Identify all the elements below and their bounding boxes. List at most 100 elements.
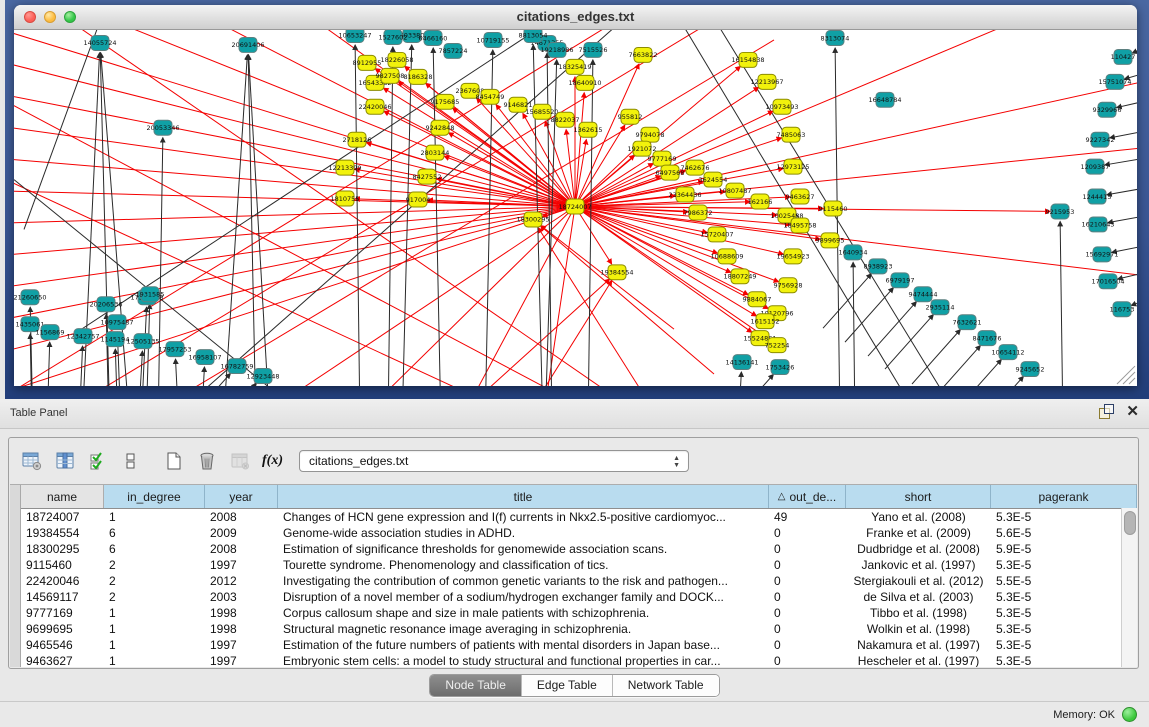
table-cell[interactable]: 5.3E-5 — [991, 590, 1137, 604]
table-cell[interactable]: de Silva et al. (2003) — [846, 590, 991, 604]
table-cell[interactable]: 5.3E-5 — [991, 510, 1137, 524]
table-cell[interactable]: 0 — [769, 654, 846, 667]
table-cell[interactable]: Tourette syndrome. Phenomenology and cla… — [278, 558, 769, 572]
table-cell[interactable]: 9463627 — [21, 654, 104, 667]
column-header-title[interactable]: title — [278, 485, 769, 508]
table-cell[interactable]: 1997 — [205, 638, 278, 652]
table-cell[interactable]: 0 — [769, 606, 846, 620]
table-row[interactable]: 1830029562008Estimation of significance … — [21, 541, 1137, 557]
tab-edge-table[interactable]: Edge Table — [521, 675, 612, 696]
table-settings-button[interactable] — [19, 448, 45, 474]
table-cell[interactable]: Franke et al. (2009) — [846, 526, 991, 540]
table-cell[interactable]: Jankovic et al. (1997) — [846, 558, 991, 572]
table-cell[interactable]: 5.3E-5 — [991, 606, 1137, 620]
table-cell[interactable]: 2008 — [205, 510, 278, 524]
table-cell[interactable]: 2009 — [205, 526, 278, 540]
column-header-out_de[interactable]: △out_de... — [769, 485, 846, 508]
table-cell[interactable]: Embryonic stem cells: a model to study s… — [278, 654, 769, 667]
table-cell[interactable]: 49 — [769, 510, 846, 524]
close-panel-icon[interactable]: ✕ — [1126, 404, 1139, 419]
tab-network-table[interactable]: Network Table — [612, 675, 719, 696]
table-cell[interactable]: 1 — [104, 638, 205, 652]
table-cell[interactable]: Hescheler et al. (1997) — [846, 654, 991, 667]
table-cell[interactable]: 9699695 — [21, 622, 104, 636]
table-cell[interactable]: 0 — [769, 638, 846, 652]
new-table-button[interactable] — [161, 448, 187, 474]
table-cell[interactable]: 1997 — [205, 654, 278, 667]
table-cell[interactable]: Estimation of significance thresholds fo… — [278, 542, 769, 556]
table-cell[interactable]: 0 — [769, 622, 846, 636]
table-cell[interactable]: 5.3E-5 — [991, 622, 1137, 636]
table-cell[interactable]: 2 — [104, 558, 205, 572]
show-columns-button[interactable] — [52, 448, 78, 474]
table-row[interactable]: 2242004622012Investigating the contribut… — [21, 573, 1137, 589]
table-cell[interactable]: 5.3E-5 — [991, 654, 1137, 667]
tab-node-table[interactable]: Node Table — [430, 675, 521, 696]
table-cell[interactable]: 5.3E-5 — [991, 638, 1137, 652]
table-cell[interactable]: 2012 — [205, 574, 278, 588]
table-selector-dropdown[interactable]: citations_edges.txt ▲▼ — [299, 450, 689, 472]
table-cell[interactable]: 2 — [104, 590, 205, 604]
column-header-in_degree[interactable]: in_degree — [104, 485, 205, 508]
table-row[interactable]: 946362711997Embryonic stem cells: a mode… — [21, 653, 1137, 667]
table-cell[interactable]: 2008 — [205, 542, 278, 556]
table-cell[interactable]: 1 — [104, 606, 205, 620]
table-cell[interactable]: Structural magnetic resonance image aver… — [278, 622, 769, 636]
table-cell[interactable]: Estimation of the future numbers of pati… — [278, 638, 769, 652]
table-cell[interactable]: 0 — [769, 526, 846, 540]
column-header-short[interactable]: short — [846, 485, 991, 508]
close-window-icon[interactable] — [24, 11, 36, 23]
scrollbar-thumb[interactable] — [1124, 511, 1136, 535]
table-cell[interactable]: 5.6E-5 — [991, 526, 1137, 540]
table-cell[interactable]: Changes of HCN gene expression and I(f) … — [278, 510, 769, 524]
table-cell[interactable]: 14569117 — [21, 590, 104, 604]
canvas-resize-handle[interactable] — [1117, 366, 1135, 384]
table-cell[interactable]: 18724007 — [21, 510, 104, 524]
table-cell[interactable]: 1 — [104, 654, 205, 667]
table-cell[interactable]: Dudbridge et al. (2008) — [846, 542, 991, 556]
table-cell[interactable]: 0 — [769, 590, 846, 604]
table-cell[interactable]: Genome-wide association studies in ADHD. — [278, 526, 769, 540]
column-header-name[interactable]: name — [21, 485, 104, 508]
table-cell[interactable]: Yano et al. (2008) — [846, 510, 991, 524]
table-cell[interactable]: 5.5E-5 — [991, 574, 1137, 588]
column-header-pagerank[interactable]: pagerank — [991, 485, 1137, 508]
table-cell[interactable]: Tibbo et al. (1998) — [846, 606, 991, 620]
table-cell[interactable]: 0 — [769, 574, 846, 588]
table-cell[interactable]: Nakamura et al. (1997) — [846, 638, 991, 652]
table-cell[interactable]: 9115460 — [21, 558, 104, 572]
table-cell[interactable]: Stergiakouli et al. (2012) — [846, 574, 991, 588]
table-cell[interactable]: 1 — [104, 622, 205, 636]
table-cell[interactable]: 6 — [104, 542, 205, 556]
table-cell[interactable]: Corpus callosum shape and size in male p… — [278, 606, 769, 620]
table-cell[interactable]: 1998 — [205, 622, 278, 636]
select-visible-columns-button[interactable] — [85, 448, 111, 474]
table-cell[interactable]: 2 — [104, 574, 205, 588]
table-cell[interactable]: 1998 — [205, 606, 278, 620]
table-row[interactable]: 1938455462009Genome-wide association stu… — [21, 525, 1137, 541]
network-window-titlebar[interactable]: citations_edges.txt — [14, 5, 1137, 30]
column-header-year[interactable]: year — [205, 485, 278, 508]
delete-table-button[interactable] — [194, 448, 220, 474]
table-cell[interactable]: 9777169 — [21, 606, 104, 620]
table-row[interactable]: 1456911722003Disruption of a novel membe… — [21, 589, 1137, 605]
network-canvas[interactable]: 1872400718300295193845541654338289129551… — [14, 30, 1137, 386]
table-cell[interactable]: 5.9E-5 — [991, 542, 1137, 556]
zoom-window-icon[interactable] — [64, 11, 76, 23]
table-cell[interactable]: Disruption of a novel member of a sodium… — [278, 590, 769, 604]
function-builder-button[interactable]: f(x) — [262, 453, 283, 469]
table-cell[interactable]: 1 — [104, 510, 205, 524]
table-cell[interactable]: 1997 — [205, 558, 278, 572]
table-cell[interactable]: 22420046 — [21, 574, 104, 588]
minimize-window-icon[interactable] — [44, 11, 56, 23]
table-cell[interactable]: 9465546 — [21, 638, 104, 652]
table-cell[interactable]: 18300295 — [21, 542, 104, 556]
table-scrollbar[interactable] — [1121, 508, 1137, 667]
table-cell[interactable]: 6 — [104, 526, 205, 540]
table-row[interactable]: 1872400712008Changes of HCN gene express… — [21, 509, 1137, 525]
table-row[interactable]: 911546021997Tourette syndrome. Phenomeno… — [21, 557, 1137, 573]
table-row[interactable]: 946554611997Estimation of the future num… — [21, 637, 1137, 653]
table-row[interactable]: 977716911998Corpus callosum shape and si… — [21, 605, 1137, 621]
table-cell[interactable]: 0 — [769, 542, 846, 556]
table-row[interactable]: 969969511998Structural magnetic resonanc… — [21, 621, 1137, 637]
